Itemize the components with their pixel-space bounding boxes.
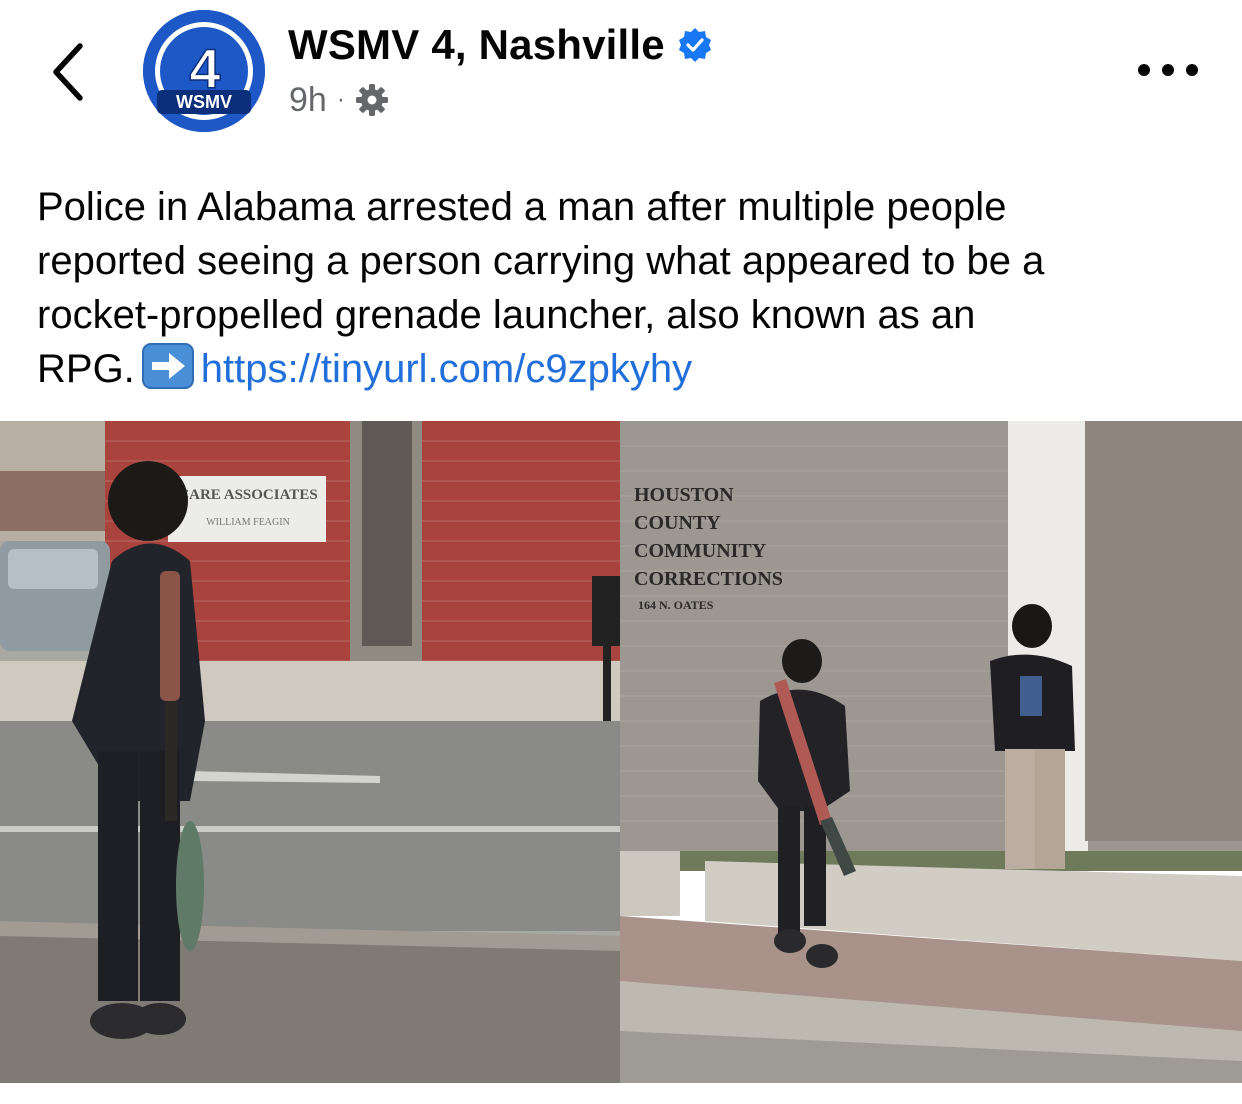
photo-left-image: CARE ASSOCIATES WILLIAM FEAGIN [0,421,620,1083]
svg-text:CORRECTIONS: CORRECTIONS [634,568,783,590]
arrow-right-icon [141,343,194,389]
more-dot [1186,64,1198,76]
post-link[interactable]: https://tinyurl.com/c9zpkyhy [201,347,692,391]
meta-separator: · [336,86,345,113]
page-name[interactable]: WSMV 4, Nashville [288,21,665,69]
verified-badge-icon [678,28,711,62]
photo-right-image: HOUSTON COUNTY COMMUNITY CORRECTIONS 164… [620,421,1242,1083]
more-dot [1138,64,1150,76]
post-line: Police in Alabama arrested a man after m… [37,185,1007,229]
photo-right[interactable]: HOUSTON COUNTY COMMUNITY CORRECTIONS 164… [620,421,1242,1083]
chevron-left-icon [53,43,83,101]
more-options-button[interactable] [1138,58,1198,82]
svg-text:164 N. OATES: 164 N. OATES [638,598,714,612]
post-meta: 9h · [289,78,389,122]
svg-text:CARE ASSOCIATES: CARE ASSOCIATES [178,487,317,503]
page-title-row: WSMV 4, Nashville [288,18,713,72]
post-photos[interactable]: CARE ASSOCIATES WILLIAM FEAGIN HOUSTON C… [0,421,1242,1083]
post-line-last: RPG. https://tinyurl.com/c9zpkyhy [37,342,1217,396]
page-avatar[interactable]: 4 WSMV [143,10,265,132]
svg-text:COUNTY: COUNTY [634,512,721,534]
svg-text:COMMUNITY: COMMUNITY [634,540,767,562]
post-time[interactable]: 9h [289,81,327,120]
post-message: Police in Alabama arrested a man after m… [37,180,1217,396]
post-line: rocket-propelled grenade launcher, also … [37,293,976,337]
back-button[interactable] [46,40,96,104]
photo-left[interactable]: CARE ASSOCIATES WILLIAM FEAGIN [0,421,620,1083]
svg-text:WILLIAM FEAGIN: WILLIAM FEAGIN [206,517,290,528]
svg-text:HOUSTON: HOUSTON [634,484,734,506]
more-dot [1162,64,1174,76]
post-text-rpg: RPG. [37,347,135,391]
wsmv-logo: 4 WSMV [143,10,265,132]
gear-icon[interactable] [355,83,389,117]
post-line: reported seeing a person carrying what a… [37,239,1045,283]
svg-text:WSMV: WSMV [176,92,232,112]
facebook-post-view: 4 WSMV WSMV 4, Nashville 9h · Police in … [0,0,1242,1104]
